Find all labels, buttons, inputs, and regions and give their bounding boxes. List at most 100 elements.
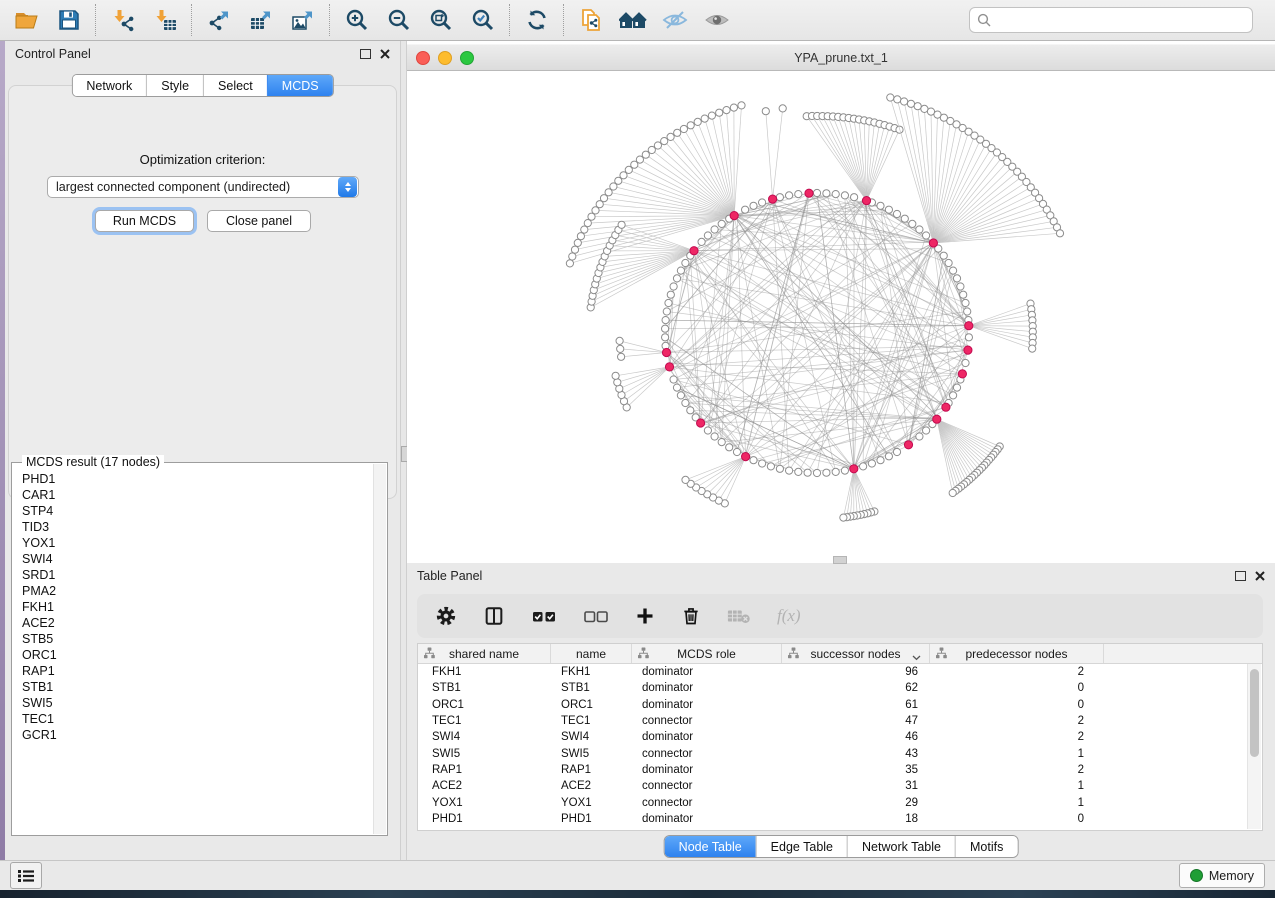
network-hub-node[interactable] (805, 189, 813, 197)
network-node[interactable] (901, 215, 908, 222)
table-row[interactable]: TEC1TEC1connector472 (418, 713, 1262, 729)
network-edge[interactable] (812, 116, 867, 201)
task-history-button[interactable] (10, 862, 42, 889)
network-edge[interactable] (969, 326, 1033, 332)
table-row[interactable]: RAP1RAP1dominator352 (418, 762, 1262, 778)
network-node[interactable] (673, 384, 680, 391)
network-edge[interactable] (867, 125, 885, 201)
network-node[interactable] (677, 267, 684, 274)
network-node[interactable] (730, 104, 737, 111)
network-edge[interactable] (600, 251, 694, 268)
hide-details-icon[interactable] (654, 4, 696, 36)
network-hub-node[interactable] (862, 197, 870, 205)
tab-select[interactable]: Select (203, 75, 267, 96)
network-node[interactable] (667, 291, 674, 298)
tab-motifs[interactable]: Motifs (955, 836, 1017, 857)
network-node[interactable] (840, 514, 847, 521)
horizontal-splitter-handle[interactable] (833, 556, 847, 564)
network-hub-node[interactable] (697, 419, 705, 427)
network-node[interactable] (887, 94, 894, 101)
network-node[interactable] (694, 118, 701, 125)
network-node[interactable] (726, 444, 733, 451)
network-edge[interactable] (854, 469, 868, 514)
network-node[interactable] (711, 433, 718, 440)
network-edge[interactable] (969, 326, 1032, 349)
network-edge[interactable] (843, 117, 866, 200)
select-all-icon[interactable] (531, 607, 557, 625)
result-node-item[interactable]: STB1 (22, 679, 373, 695)
network-edge[interactable] (933, 204, 1043, 243)
network-node[interactable] (953, 384, 960, 391)
network-hub-node[interactable] (942, 403, 950, 411)
vertical-splitter[interactable] (400, 41, 407, 860)
network-node[interactable] (670, 376, 677, 383)
network-node[interactable] (851, 194, 858, 201)
result-node-item[interactable]: TID3 (22, 519, 373, 535)
network-edge[interactable] (933, 177, 1022, 243)
network-node[interactable] (680, 125, 687, 132)
network-hub-node[interactable] (958, 370, 966, 378)
network-node[interactable] (682, 476, 689, 483)
network-node[interactable] (574, 239, 581, 246)
network-node[interactable] (877, 457, 884, 464)
network-node[interactable] (964, 308, 971, 315)
network-node[interactable] (962, 299, 969, 306)
network-window-titlebar[interactable]: YPA_prune.txt_1 (407, 44, 1275, 71)
result-node-item[interactable]: YOX1 (22, 535, 373, 551)
first-neighbors-icon[interactable] (612, 4, 654, 36)
network-node[interactable] (907, 100, 914, 107)
network-hub-node[interactable] (690, 247, 698, 255)
float-window-icon[interactable] (1235, 571, 1246, 581)
open-file-icon[interactable] (6, 4, 48, 36)
result-node-item[interactable]: SWI4 (22, 551, 373, 567)
tab-network[interactable]: Network (72, 75, 146, 96)
table-row[interactable]: YOX1YOX1connector291 (418, 794, 1262, 810)
network-edge[interactable] (667, 353, 771, 467)
network-node[interactable] (877, 202, 884, 209)
network-node[interactable] (663, 308, 670, 315)
network-node[interactable] (704, 427, 711, 434)
network-node[interactable] (682, 259, 689, 266)
network-node[interactable] (893, 210, 900, 217)
close-panel-icon[interactable] (1255, 571, 1265, 581)
network-node[interactable] (868, 460, 875, 467)
network-node[interactable] (687, 407, 694, 414)
network-node[interactable] (885, 206, 892, 213)
import-network-icon[interactable] (102, 4, 144, 36)
network-node[interactable] (662, 317, 669, 324)
network-node[interactable] (718, 439, 725, 446)
network-node[interactable] (636, 156, 643, 163)
network-hub-node[interactable] (904, 441, 912, 449)
run-mcds-button[interactable]: Run MCDS (95, 210, 194, 232)
network-edge[interactable] (867, 128, 895, 201)
network-node[interactable] (654, 142, 661, 149)
network-edge[interactable] (867, 130, 900, 201)
table-settings-icon[interactable] (435, 605, 457, 627)
network-node[interactable] (716, 109, 723, 116)
network-node[interactable] (823, 469, 830, 476)
network-edge[interactable] (681, 271, 854, 469)
network-node[interactable] (832, 191, 839, 198)
network-node[interactable] (786, 467, 793, 474)
zoom-selected-icon[interactable] (462, 4, 504, 36)
result-node-item[interactable]: ORC1 (22, 647, 373, 663)
result-node-item[interactable]: RAP1 (22, 663, 373, 679)
result-scrollbar[interactable] (373, 464, 386, 834)
network-node[interactable] (786, 192, 793, 199)
network-node[interactable] (708, 112, 715, 119)
network-edge[interactable] (933, 128, 962, 243)
network-node[interactable] (750, 202, 757, 209)
network-node[interactable] (894, 96, 901, 103)
network-node[interactable] (661, 138, 668, 145)
network-node[interactable] (687, 122, 694, 129)
network-node[interactable] (1056, 230, 1063, 237)
show-details-icon[interactable] (696, 4, 738, 36)
network-node[interactable] (885, 453, 892, 460)
zoom-fit-icon[interactable] (420, 4, 462, 36)
network-node[interactable] (698, 238, 705, 245)
network-node[interactable] (923, 427, 930, 434)
network-node[interactable] (909, 220, 916, 227)
network-node[interactable] (738, 102, 745, 109)
table-scrollbar[interactable] (1247, 664, 1261, 829)
close-panel-icon[interactable] (380, 49, 390, 59)
